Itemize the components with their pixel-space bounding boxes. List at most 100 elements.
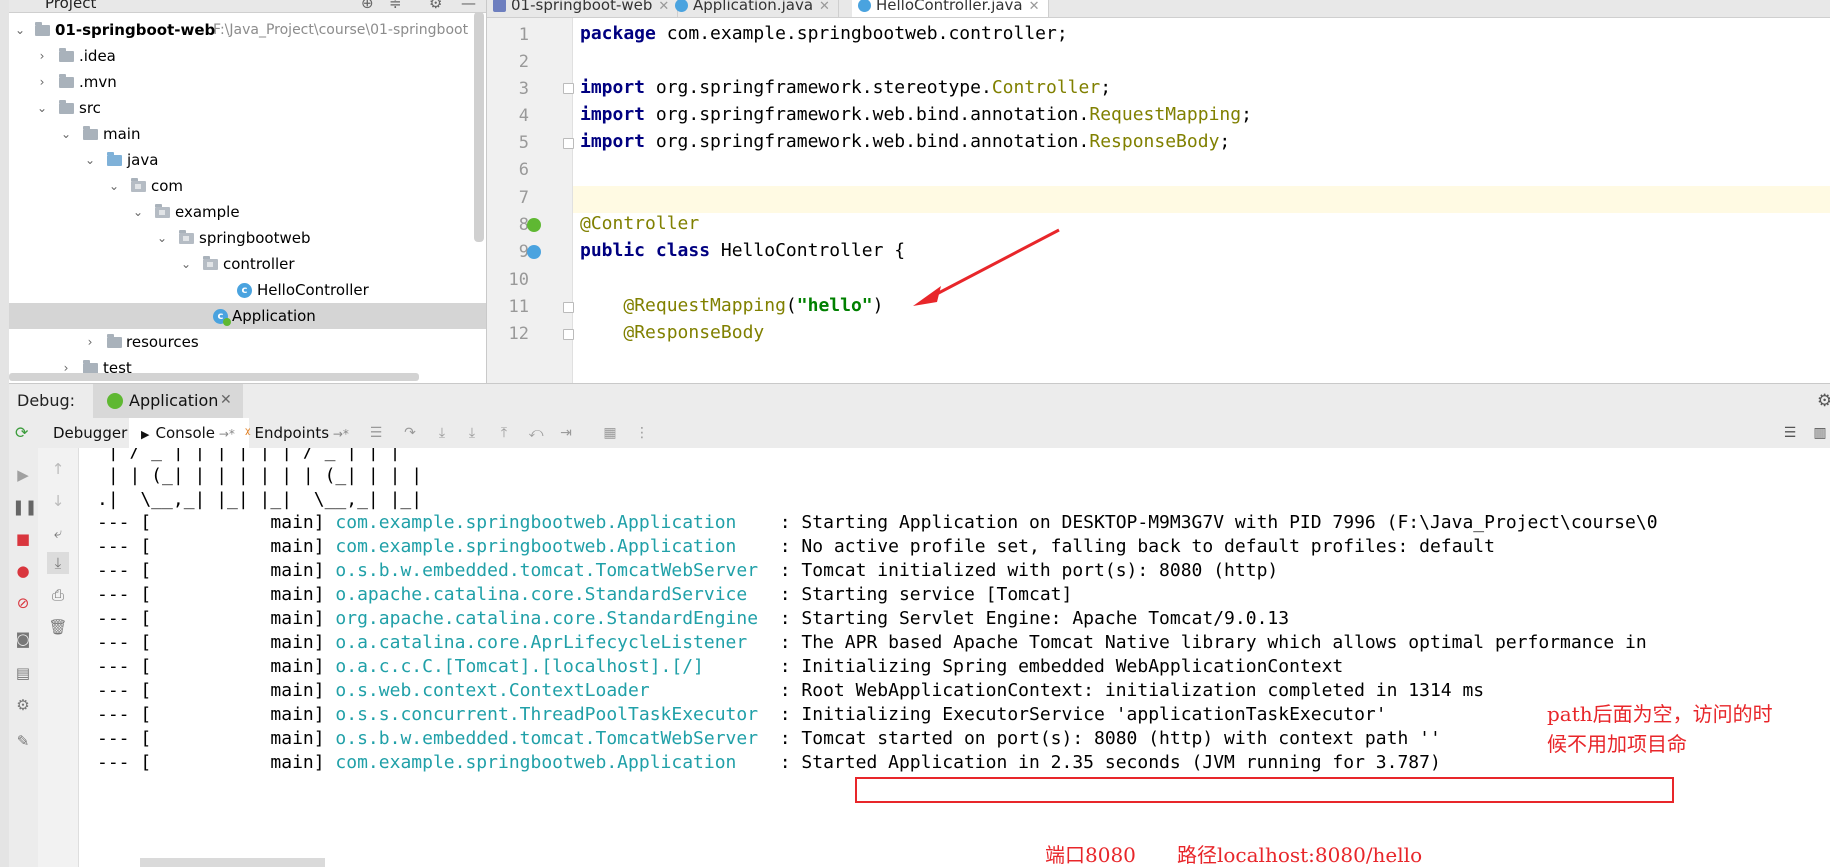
chevron-down-icon[interactable]: ⌄ <box>59 121 73 147</box>
view-breakpoints-icon[interactable]: ● <box>12 560 34 582</box>
gear-icon[interactable]: ⚙ <box>1817 391 1830 411</box>
pin-icon[interactable]: ✎ <box>12 730 34 752</box>
chevron-right-icon[interactable]: › <box>83 329 97 355</box>
tree-item-main[interactable]: ⌄ main <box>9 121 486 147</box>
java-class-icon: c <box>237 283 252 298</box>
tree-item-src[interactable]: ⌄ src <box>9 95 486 121</box>
package-icon <box>155 204 170 218</box>
tree-item-controller[interactable]: ⌄ controller <box>9 251 486 277</box>
log-thread: --- [ main] <box>97 584 336 605</box>
fold-marker-icon[interactable] <box>563 302 574 313</box>
mute-breakpoints-icon[interactable]: ⊘ <box>12 592 34 614</box>
chevron-right-icon[interactable]: › <box>35 43 49 69</box>
source-folder-icon <box>107 152 122 166</box>
code-text: HelloController { <box>710 240 906 261</box>
fold-marker-icon[interactable] <box>563 83 574 94</box>
log-thread: --- [ main] <box>97 752 336 773</box>
trace-icon[interactable]: ⋮ <box>633 424 651 442</box>
trash-icon[interactable]: 🗑 <box>47 616 69 638</box>
chevron-down-icon[interactable]: ⌄ <box>83 147 97 173</box>
resume-icon[interactable]: ▶ <box>12 464 34 486</box>
tab-pom[interactable]: 01-springboot-web ✕ <box>487 0 679 17</box>
tree-item-com[interactable]: ⌄ com <box>9 173 486 199</box>
settings-icon[interactable]: ⚙ <box>12 694 34 716</box>
log-logger: com.example.springbootweb.Application <box>335 752 769 773</box>
layout-icon[interactable]: ☰ <box>1781 424 1799 442</box>
stop-icon[interactable]: ■ <box>12 528 34 550</box>
chevron-down-icon[interactable]: ⌄ <box>107 173 121 199</box>
force-step-into-icon[interactable]: ⤓ <box>463 424 481 442</box>
tab-debugger[interactable]: Debugger <box>47 418 134 448</box>
log-thread: --- [ main] <box>97 680 336 701</box>
chevron-down-icon[interactable]: ⌄ <box>13 17 27 43</box>
restore-layout-icon[interactable]: ▥ <box>1811 424 1829 442</box>
tree-item-java[interactable]: ⌄ java <box>9 147 486 173</box>
locate-icon[interactable]: ⊕ <box>361 0 374 12</box>
chevron-right-icon[interactable]: › <box>35 69 49 95</box>
project-vertical-scrollbar[interactable] <box>474 12 484 242</box>
scroll-to-end-icon[interactable]: ⤓ <box>47 552 69 574</box>
tree-item-springbootweb[interactable]: ⌄ springbootweb <box>9 225 486 251</box>
chevron-down-icon[interactable]: ⌄ <box>155 225 169 251</box>
tree-item-project-root[interactable]: ⌄ 01-springboot-web F:\Java_Project\cour… <box>9 17 486 43</box>
log-logger: o.a.c.c.C.[Tomcat].[localhost].[/] <box>335 656 769 677</box>
log-message: : No active profile set, falling back to… <box>768 536 1495 557</box>
folder-icon <box>59 100 74 114</box>
hide-panel-icon[interactable]: — <box>461 0 476 12</box>
console-output[interactable]: | / _ | | | | | | / _ | | | | | (_| | | … <box>79 448 1830 867</box>
project-horizontal-scrollbar[interactable] <box>9 373 419 381</box>
soft-wrap-icon[interactable]: ⤶ <box>47 522 69 544</box>
spring-bean-icon[interactable] <box>527 218 541 232</box>
tree-item-label: java <box>127 151 159 169</box>
spring-run-icon[interactable] <box>527 245 541 259</box>
rerun-icon[interactable]: ⟳ <box>15 423 28 442</box>
chevron-down-icon[interactable]: ⌄ <box>131 199 145 225</box>
console-horizontal-scrollbar[interactable] <box>140 858 325 867</box>
menu-icon[interactable]: ☰ <box>367 424 385 442</box>
debug-label: Debug: <box>17 391 76 410</box>
tab-endpoints[interactable]: ᵡ Endpoints →* <box>239 418 365 448</box>
step-out-icon[interactable]: ⤒ <box>495 424 513 442</box>
gear-icon[interactable]: ⚙ <box>429 0 442 12</box>
tab-hellocontroller-java[interactable]: HelloController.java ✕ <box>852 0 1049 17</box>
fold-marker-icon[interactable] <box>563 329 574 340</box>
tree-item-hellocontroller[interactable]: c HelloController <box>9 277 486 303</box>
pause-icon[interactable]: ❚❚ <box>12 496 37 518</box>
chevron-down-icon[interactable]: ⌄ <box>179 251 193 277</box>
drop-frame-icon[interactable]: ⤺ <box>527 424 545 442</box>
fold-marker-icon[interactable] <box>563 138 574 149</box>
keyword: import <box>580 77 646 98</box>
evaluate-expression-icon[interactable]: ▦ <box>601 424 619 442</box>
tree-item-resources[interactable]: › resources <box>9 329 486 355</box>
step-over-icon[interactable]: ↷ <box>401 424 419 442</box>
scroll-up-icon[interactable]: ↑ <box>47 458 69 480</box>
close-icon[interactable]: ✕ <box>819 0 830 14</box>
tree-item-application[interactable]: c Application <box>9 303 486 329</box>
arrow-head <box>913 286 941 306</box>
tab-console[interactable]: ▶ Console →* <box>129 418 249 448</box>
collapse-all-icon[interactable]: ≑ <box>389 0 402 12</box>
tree-item-idea[interactable]: › .idea <box>9 43 486 69</box>
project-panel-title[interactable]: Project <box>45 0 96 12</box>
run-to-cursor-icon[interactable]: ⇥ <box>557 424 575 442</box>
log-logger: org.apache.catalina.core.StandardEngine <box>335 608 769 629</box>
log-message: : Starting service [Tomcat] <box>768 584 1073 605</box>
close-icon[interactable]: ✕ <box>220 392 232 408</box>
scroll-down-icon[interactable]: ↓ <box>47 490 69 512</box>
tree-item-label: HelloController <box>257 281 369 299</box>
camera-icon[interactable]: ◙ <box>12 628 34 650</box>
close-icon[interactable]: ✕ <box>1029 0 1040 14</box>
code-text: ; <box>1219 131 1231 152</box>
print-icon[interactable]: ⎙ <box>47 584 69 606</box>
tab-application-java[interactable]: Application.java ✕ <box>669 0 839 17</box>
tab-label: Debugger <box>53 424 128 442</box>
layout-settings-icon[interactable]: ▤ <box>12 662 34 684</box>
tree-item-mvn[interactable]: › .mvn <box>9 69 486 95</box>
log-thread: --- [ main] <box>97 512 336 533</box>
chevron-down-icon[interactable]: ⌄ <box>35 95 49 121</box>
line-number: 6 <box>518 160 529 180</box>
step-into-icon[interactable]: ⤓ <box>433 424 451 442</box>
tree-item-example[interactable]: ⌄ example <box>9 199 486 225</box>
close-icon[interactable]: ✕ <box>658 0 669 14</box>
